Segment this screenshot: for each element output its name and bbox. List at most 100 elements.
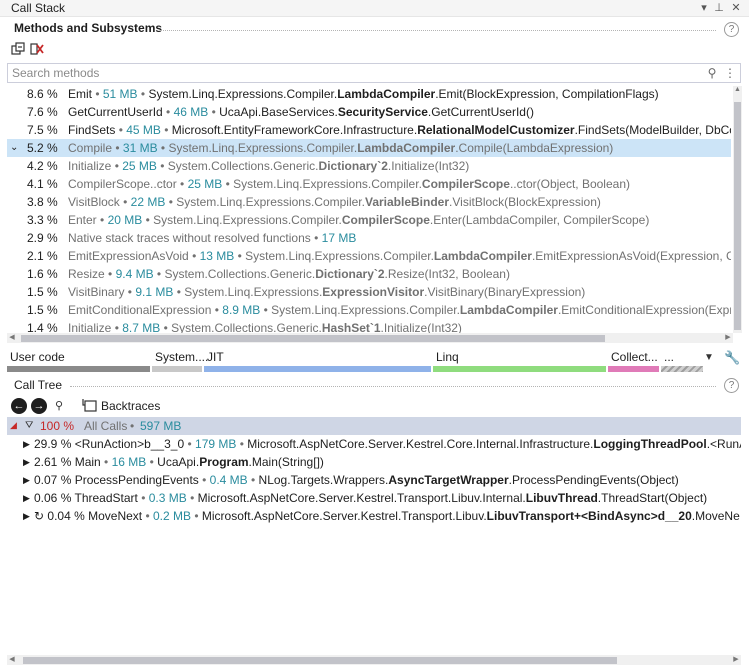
method-details: Native stack traces without resolved fun… (68, 229, 356, 247)
scroll-up-arrow-icon[interactable]: ▲ (733, 86, 742, 94)
expand-triangle-icon[interactable]: ▶ (23, 471, 30, 489)
help-icon[interactable]: ? (724, 378, 739, 393)
collapse-triangle-icon[interactable]: ◢ (10, 420, 17, 431)
expand-caret-icon[interactable]: ⌄ (10, 139, 18, 157)
expand-triangle-icon[interactable]: ▶ (23, 489, 30, 507)
all-calls-label: All Calls (84, 419, 128, 433)
method-row[interactable]: 8.6 % Emit • 51 MB • System.Linq.Expressi… (7, 85, 731, 103)
call-tree-row[interactable]: ▶ 2.61 % Main • 16 MB • UcaApi.Program.Ma… (7, 453, 741, 471)
method-size: 31 MB (122, 141, 158, 155)
method-row[interactable]: 3.3 % Enter • 20 MB • System.Linq.Express… (7, 211, 731, 229)
method-row[interactable]: 3.8 % VisitBlock • 22 MB • System.Linq.Ex… (7, 193, 731, 211)
method-namespace: System.Linq.Expressions.Compiler. (233, 177, 422, 191)
method-class: LambdaCompiler (357, 141, 456, 155)
method-signature: .Emit(BlockExpression, CompilationFlags) (435, 87, 659, 101)
call-details: 0.07 % ProcessPendingEvents • 0.4 MB • N… (34, 471, 679, 489)
method-class: Dictionary`2 (318, 159, 388, 173)
section-divider (70, 386, 716, 387)
filter-clear-icon[interactable] (30, 42, 44, 56)
method-name: Native stack traces without resolved fun… (68, 231, 311, 245)
method-row[interactable]: 1.4 % Initialize • 8.7 MB • System.Collec… (7, 319, 731, 333)
dot-separator: • (165, 195, 177, 209)
subsystem-color-bar (152, 366, 202, 372)
scroll-right-arrow-icon[interactable]: ▶ (731, 655, 741, 665)
subsystem-segment[interactable]: JIT (204, 348, 433, 374)
subsystem-color-bar (433, 366, 606, 372)
method-row[interactable]: 7.6 % GetCurrentUserId • 46 MB • UcaApi.B… (7, 103, 731, 121)
search-menu-icon[interactable]: ⋮ (722, 65, 738, 81)
search-box[interactable]: ⚲ ⋮ (7, 63, 741, 83)
dot-separator: • (162, 105, 174, 119)
method-size: 25 MB (187, 177, 223, 191)
section-divider (160, 30, 716, 31)
call-tree-row[interactable]: ▶ 0.06 % ThreadStart • 0.3 MB • Microsoft… (7, 489, 741, 507)
method-row[interactable]: 7.5 % FindSets • 45 MB • Microsoft.Entity… (7, 121, 731, 139)
method-row[interactable]: 4.1 % CompilerScope..ctor • 25 MB • Syste… (7, 175, 731, 193)
method-size: 51 MB (102, 87, 138, 101)
call-tree-row[interactable]: ▶ 29.9 % <RunAction>b__3_0 • 179 MB • Mic… (7, 435, 741, 453)
back-arrow-icon[interactable]: ← (11, 398, 27, 414)
dot-separator: • (234, 249, 246, 263)
dot-separator: • (112, 141, 123, 155)
call-percent: 2.61 % (34, 455, 72, 469)
method-signature: .VisitBinary(BinaryExpression) (424, 285, 586, 299)
method-namespace: System.Linq.Expressions.Compiler. (153, 213, 342, 227)
method-row[interactable]: 1.6 % Resize • 9.4 MB • System.Collection… (7, 265, 731, 283)
call-tree-row[interactable]: ▶ 0.07 % ProcessPendingEvents • 0.4 MB • … (7, 471, 741, 489)
search-icon[interactable]: ⚲ (51, 398, 67, 414)
method-name: Emit (68, 87, 92, 101)
scroll-thumb[interactable] (734, 102, 741, 330)
methods-vertical-scrollbar[interactable]: ▲ (733, 86, 742, 333)
all-calls-row[interactable]: ◢ ⛛ 100 % All Calls • 597 MB (7, 417, 741, 435)
chevron-down-icon[interactable]: ▼ (704, 352, 714, 363)
backtraces-icon[interactable] (82, 398, 98, 412)
method-row[interactable]: 2.9 % Native stack traces without resolve… (7, 229, 731, 247)
dot-separator: • (111, 159, 123, 173)
subsystems-bar: User code System.... JIT Linq Collect...... (7, 348, 741, 374)
wrench-icon[interactable]: 🔧 (724, 350, 740, 366)
method-row[interactable]: 4.2 % Initialize • 25 MB • System.Collect… (7, 157, 731, 175)
method-row[interactable]: 1.5 % VisitBinary • 9.1 MB • System.Linq.… (7, 283, 731, 301)
expand-triangle-icon[interactable]: ▶ (23, 507, 30, 525)
call-namespace: Microsoft.AspNetCore.Server.Kestrel.Core… (247, 437, 594, 451)
dot-separator: • (146, 455, 158, 469)
call-name: <RunAction>b__3_0 (74, 437, 185, 451)
subsystem-segment[interactable]: User code (7, 348, 152, 374)
scroll-left-arrow-icon[interactable]: ◀ (7, 655, 17, 665)
method-row[interactable]: ⌄ 5.2 % Compile • 31 MB • System.Linq.Expr… (7, 139, 731, 157)
scroll-thumb[interactable] (21, 335, 605, 342)
dropdown-icon[interactable]: ▾ (697, 0, 711, 16)
method-details: Initialize • 8.7 MB • System.Collections… (68, 319, 462, 333)
search-input[interactable] (12, 65, 692, 81)
method-namespace: System.Linq.Expressions.Compiler. (176, 195, 365, 209)
subsystem-segment[interactable]: System.... (152, 348, 208, 374)
scroll-left-arrow-icon[interactable]: ◀ (7, 333, 17, 343)
methods-horizontal-scrollbar[interactable]: ◀ ▶ (7, 333, 733, 343)
subsystem-label: User code (10, 350, 65, 364)
call-namespace: UcaApi. (157, 455, 200, 469)
expand-triangle-icon[interactable]: ▶ (23, 453, 30, 471)
help-icon[interactable]: ? (724, 22, 739, 37)
method-size: 46 MB (173, 105, 209, 119)
pin-icon[interactable]: ⊥ (712, 0, 726, 16)
subsystem-segment[interactable]: Collect... (608, 348, 661, 374)
method-class: LambdaCompiler (433, 249, 532, 263)
subsystem-segment[interactable]: Linq (433, 348, 608, 374)
dot-separator: • (142, 509, 153, 523)
forward-arrow-icon[interactable]: → (31, 398, 47, 414)
scroll-thumb[interactable] (23, 657, 617, 664)
dot-separator: • (119, 195, 131, 209)
method-signature: .GetCurrentUserId() (427, 105, 534, 119)
method-details: CompilerScope..ctor • 25 MB • System.Lin… (68, 175, 630, 193)
backtraces-button[interactable]: Backtraces (101, 399, 160, 413)
method-row[interactable]: 2.1 % EmitExpressionAsVoid • 13 MB • Syst… (7, 247, 731, 265)
subsystem-segment[interactable]: ... (661, 348, 705, 374)
search-options-icon[interactable]: ⚲ (704, 65, 720, 81)
call-tree-row[interactable]: ▶ ↻ 0.04 % MoveNext • 0.2 MB • Microsoft.… (7, 507, 741, 525)
method-row[interactable]: 1.5 % EmitConditionalExpression • 8.9 MB … (7, 301, 731, 319)
call-tree-horizontal-scrollbar[interactable]: ◀ ▶ (7, 655, 741, 665)
close-icon[interactable]: ✕ (729, 0, 743, 16)
expand-triangle-icon[interactable]: ▶ (23, 435, 30, 453)
expand-all-icon[interactable] (11, 42, 25, 56)
scroll-right-arrow-icon[interactable]: ▶ (723, 333, 733, 343)
